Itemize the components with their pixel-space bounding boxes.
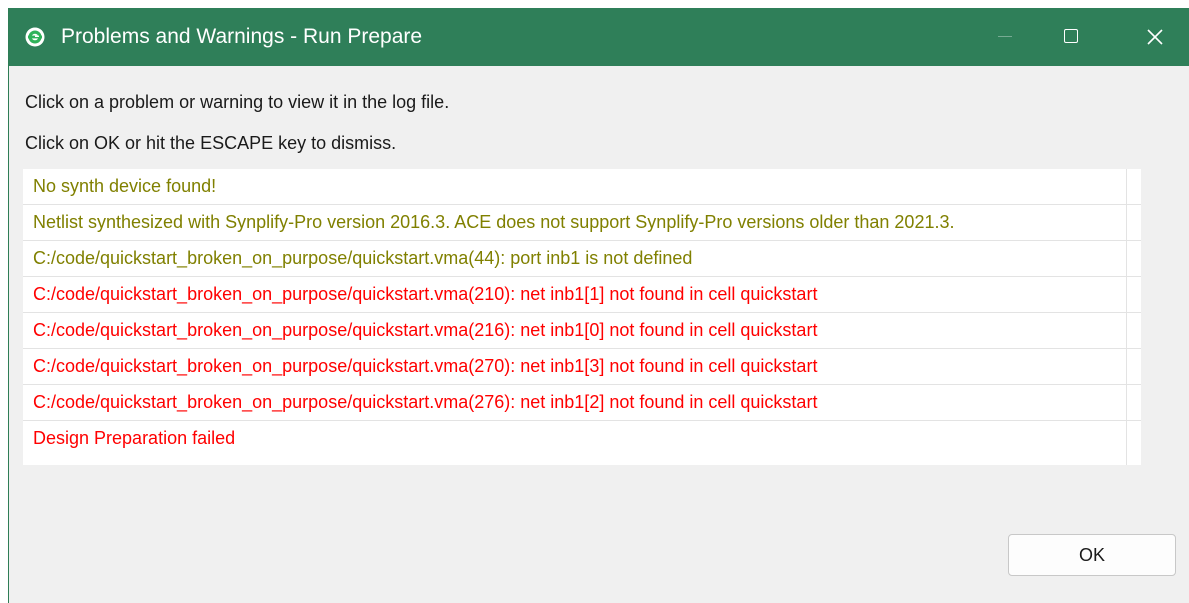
- list-item[interactable]: C:/code/quickstart_broken_on_purpose/qui…: [23, 349, 1141, 385]
- maximize-icon: [1064, 29, 1078, 43]
- list-item[interactable]: No synth device found!: [23, 169, 1141, 205]
- problems-list[interactable]: No synth device found! Netlist synthesiz…: [23, 169, 1141, 465]
- minimize-icon: [998, 36, 1012, 37]
- instruction-dismiss: Click on OK or hit the ESCAPE key to dis…: [25, 133, 397, 153]
- instruction-view-log: Click on a problem or warning to view it…: [25, 92, 450, 112]
- app-logo-icon: [25, 27, 45, 47]
- list-item[interactable]: C:/code/quickstart_broken_on_purpose/qui…: [23, 313, 1141, 349]
- list-item[interactable]: Design Preparation failed: [23, 421, 1141, 457]
- close-icon: [1147, 29, 1163, 45]
- ok-button[interactable]: OK: [1008, 534, 1176, 576]
- window-title: Problems and Warnings - Run Prepare: [61, 25, 423, 48]
- list-item[interactable]: C:/code/quickstart_broken_on_purpose/qui…: [23, 277, 1141, 313]
- minimize-button[interactable]: [978, 8, 1030, 66]
- list-item[interactable]: C:/code/quickstart_broken_on_purpose/qui…: [23, 241, 1141, 277]
- title-bar[interactable]: Problems and Warnings - Run Prepare: [9, 8, 1189, 66]
- list-divider: [1126, 169, 1127, 465]
- problems-dialog: Problems and Warnings - Run Prepare Clic…: [8, 8, 1189, 603]
- list-item[interactable]: C:/code/quickstart_broken_on_purpose/qui…: [23, 385, 1141, 421]
- maximize-button[interactable]: [1048, 8, 1100, 66]
- close-button[interactable]: [1133, 8, 1185, 66]
- list-item[interactable]: Netlist synthesized with Synplify-Pro ve…: [23, 205, 1141, 241]
